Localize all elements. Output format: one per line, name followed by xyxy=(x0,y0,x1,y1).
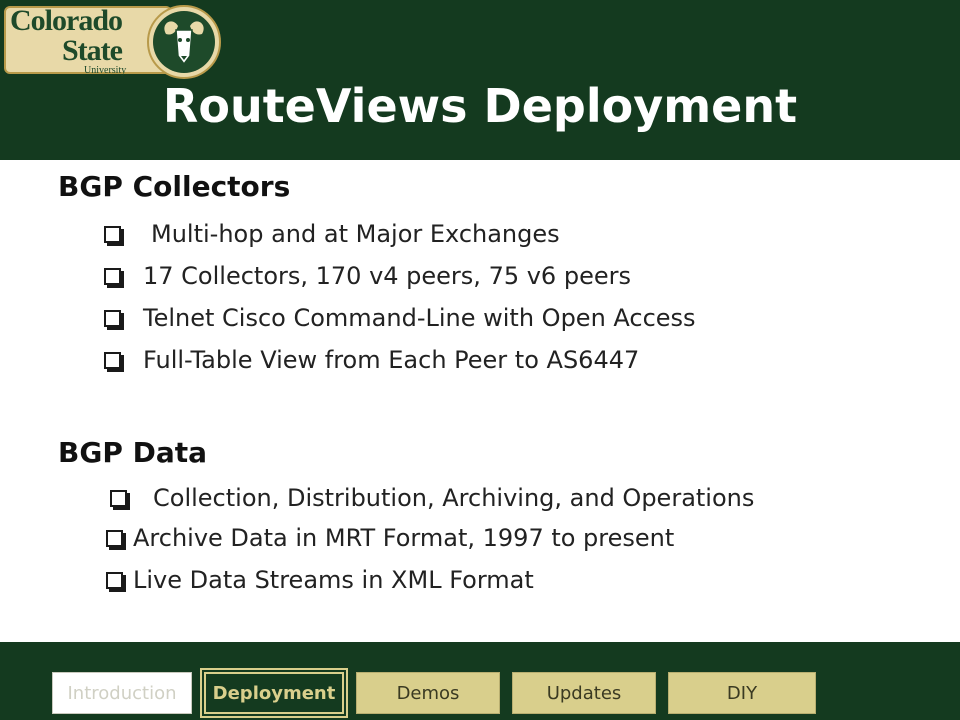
nav-demos[interactable]: Demos xyxy=(356,672,500,714)
nav-introduction[interactable]: Introduction xyxy=(52,672,192,714)
checkbox-bullet-icon xyxy=(104,351,121,369)
checkbox-bullet-icon xyxy=(106,571,123,589)
csu-logo: Colorado State University xyxy=(4,4,226,79)
bullet-text: 17 Collectors, 170 v4 peers, 75 v6 peers xyxy=(143,262,631,290)
bullet-data-1: Collection, Distribution, Archiving, and… xyxy=(110,484,754,512)
bullet-text: Telnet Cisco Command-Line with Open Acce… xyxy=(143,304,696,332)
nav-deployment[interactable]: Deployment xyxy=(202,670,346,716)
page-title: RouteViews Deployment xyxy=(162,79,798,133)
checkbox-bullet-icon xyxy=(104,225,121,243)
bullet-text: Multi-hop and at Major Exchanges xyxy=(151,220,560,248)
header-bar: Colorado State University RouteViews Dep… xyxy=(0,0,960,160)
bullet-text: Live Data Streams in XML Format xyxy=(133,566,534,594)
bullet-text: Full-Table View from Each Peer to AS6447 xyxy=(143,346,640,374)
nav-updates[interactable]: Updates xyxy=(512,672,656,714)
bullet-data-2: Archive Data in MRT Format, 1997 to pres… xyxy=(106,524,674,552)
checkbox-bullet-icon xyxy=(106,529,123,547)
bullet-data-3: Live Data Streams in XML Format xyxy=(106,566,534,594)
section-heading-data: BGP Data xyxy=(58,436,208,469)
bullet-collectors-3: Telnet Cisco Command-Line with Open Acce… xyxy=(104,304,696,332)
bullet-collectors-1: Multi-hop and at Major Exchanges xyxy=(104,220,560,248)
checkbox-bullet-icon xyxy=(104,309,121,327)
bullet-text: Archive Data in MRT Format, 1997 to pres… xyxy=(133,524,675,552)
section-heading-collectors: BGP Collectors xyxy=(58,170,291,203)
bullet-collectors-4: Full-Table View from Each Peer to AS6447 xyxy=(104,346,639,374)
nav-diy[interactable]: DIY xyxy=(668,672,816,714)
bullet-collectors-2: 17 Collectors, 170 v4 peers, 75 v6 peers xyxy=(104,262,631,290)
logo-line-1: Colorado xyxy=(10,4,123,37)
bullet-text: Collection, Distribution, Archiving, and… xyxy=(153,484,755,512)
checkbox-bullet-icon xyxy=(110,489,127,507)
logo-wordmark: Colorado State University xyxy=(10,6,166,76)
ram-head-icon xyxy=(147,5,221,79)
checkbox-bullet-icon xyxy=(104,267,121,285)
